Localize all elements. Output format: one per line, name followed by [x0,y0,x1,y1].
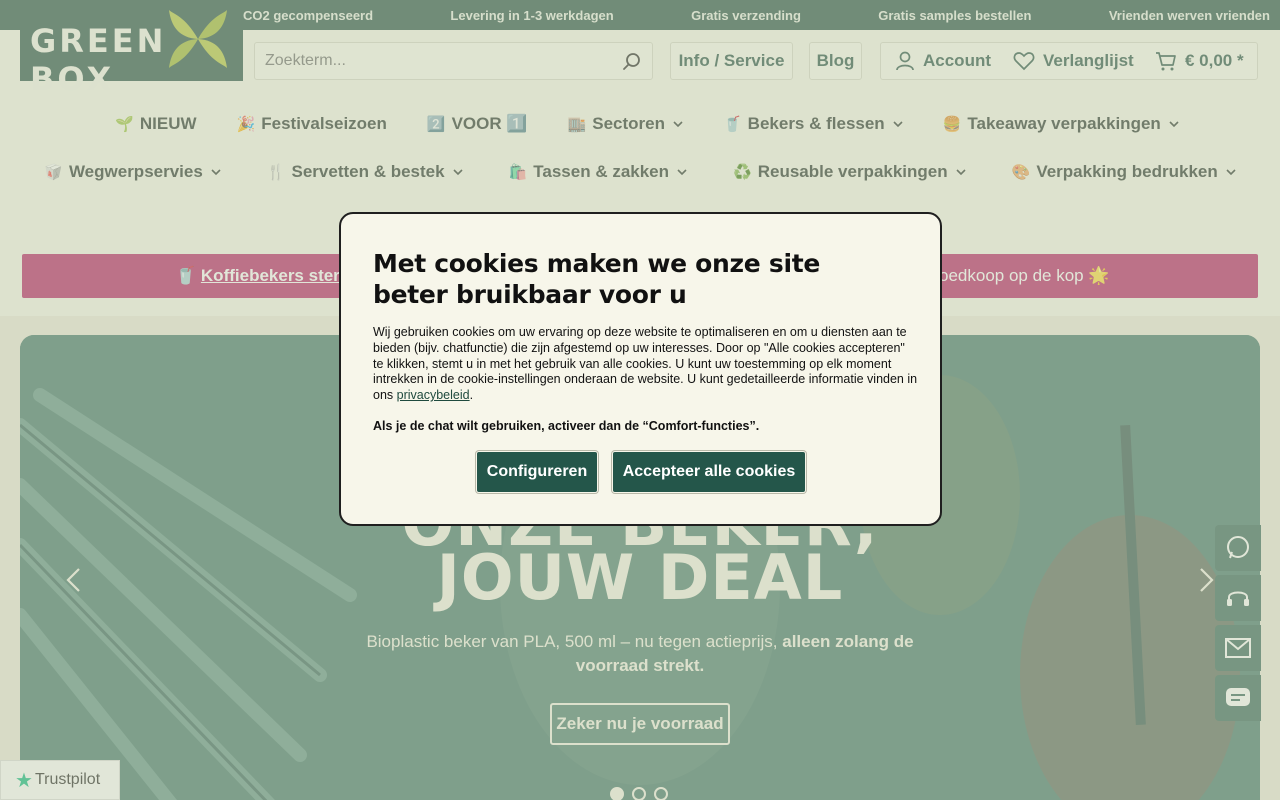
cookie-chat-note: Als je de chat wilt gebruiken, activeer … [373,419,760,433]
privacy-policy-link[interactable]: privacybeleid [397,388,470,402]
cookie-consent-dialog: Met cookies maken we onze site beter bru… [339,212,942,526]
configure-cookies-button[interactable]: Configureren [477,452,597,492]
accept-all-cookies-button[interactable]: Accepteer alle cookies [613,452,805,492]
cookie-description: Wij gebruiken cookies om uw ervaring op … [373,325,918,403]
cookie-title: Met cookies maken we onze site beter bru… [373,249,821,309]
